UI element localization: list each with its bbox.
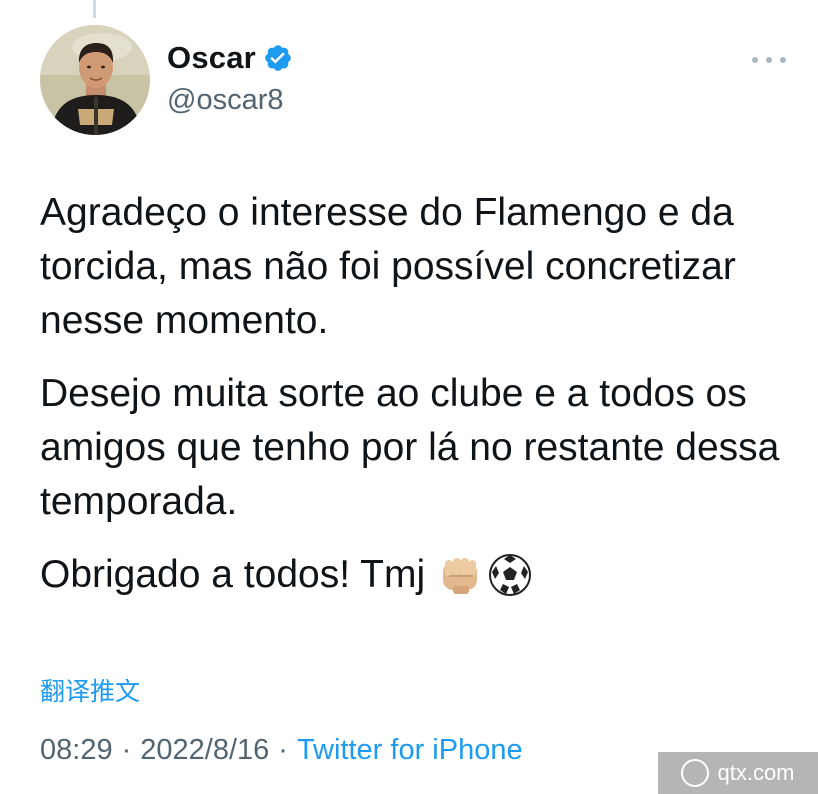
dot xyxy=(780,57,786,63)
avatar-image xyxy=(40,25,150,135)
tweet-paragraph: Agradeço o interesse do Flamengo e da to… xyxy=(40,191,736,342)
avatar[interactable] xyxy=(40,25,150,135)
fist-bump-emoji-icon xyxy=(437,552,483,598)
tweet-closing-line: Obrigado a todos! Tmj xyxy=(40,548,800,602)
thread-connector-line xyxy=(93,0,96,18)
watermark: qtx.com xyxy=(658,752,818,794)
tweet-paragraph: Desejo muita sorte ao clube e a todos os… xyxy=(40,372,780,523)
more-options-icon[interactable] xyxy=(752,50,786,70)
tweet-time[interactable]: 08:29 xyxy=(40,734,113,767)
verified-badge-icon xyxy=(263,43,293,73)
dot xyxy=(766,57,772,63)
tweet-source-link[interactable]: Twitter for iPhone xyxy=(297,734,523,767)
tweet-closing-text: Obrigado a todos! Tmj xyxy=(40,553,426,596)
author-name-row[interactable]: Oscar xyxy=(167,40,293,76)
separator: · xyxy=(121,734,132,766)
tweet-text: Agradeço o interesse do Flamengo e da to… xyxy=(40,186,800,621)
author-handle[interactable]: @oscar8 xyxy=(167,84,283,117)
tweet-date[interactable]: 2022/8/16 xyxy=(140,734,269,767)
separator: · xyxy=(278,734,288,766)
soccer-ball-emoji-icon xyxy=(487,552,533,598)
dot xyxy=(752,57,758,63)
watermark-logo-icon xyxy=(681,759,710,787)
translate-tweet-link[interactable]: 翻译推文 xyxy=(40,672,140,708)
tweet-metadata: 08:29 · 2022/8/16 · Twitter for iPhone xyxy=(40,734,523,767)
author-display-name[interactable]: Oscar xyxy=(167,40,256,76)
watermark-text: qtx.com xyxy=(717,760,795,785)
